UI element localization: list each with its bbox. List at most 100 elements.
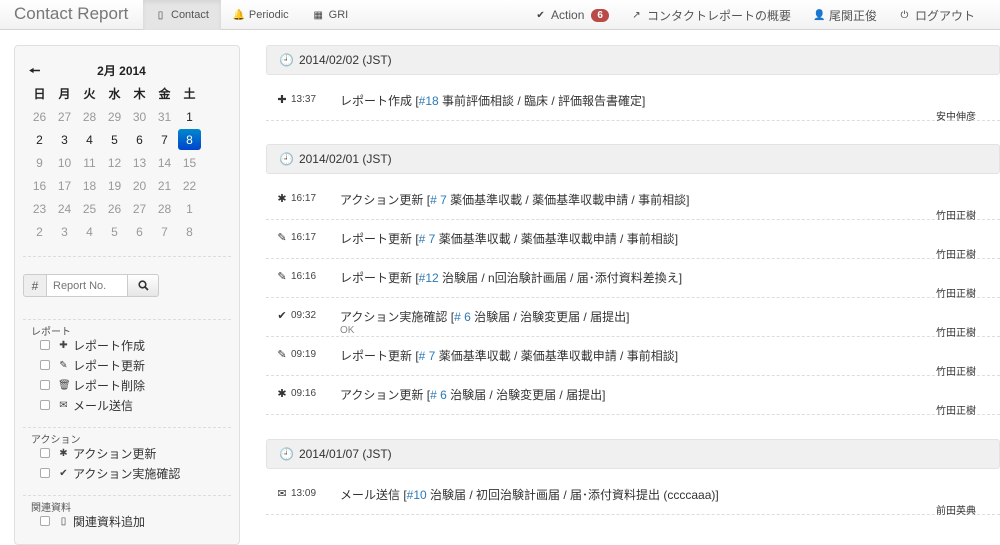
- entry-time: 09:32: [291, 310, 317, 321]
- filter-report-update[interactable]: ✎ レポート更新: [40, 357, 145, 373]
- calendar-day[interactable]: 27: [127, 197, 152, 220]
- calendar-day[interactable]: 4: [77, 220, 102, 243]
- calendar-day[interactable]: 22: [177, 174, 202, 197]
- tab-gri[interactable]: ▦ GRI: [301, 0, 361, 30]
- calendar-day[interactable]: 27: [52, 105, 77, 128]
- calendar-title: 2月 2014: [97, 64, 146, 78]
- calendar-day[interactable]: 19: [102, 174, 127, 197]
- tab-periodic[interactable]: 🔔 Periodic: [221, 0, 301, 30]
- checkbox[interactable]: [40, 516, 50, 526]
- calendar-day[interactable]: 31: [152, 105, 177, 128]
- divider: [23, 495, 231, 496]
- filter-action-update[interactable]: ✱ アクション更新: [40, 445, 156, 461]
- calendar-day[interactable]: 6: [127, 128, 152, 151]
- feed-entry: ✉ 13:09 メール送信 [#10 治験届 / 初回治験計画届 / 届･添付資…: [266, 477, 1000, 517]
- entry-note: OK: [340, 325, 355, 336]
- calendar-day[interactable]: 3: [52, 220, 77, 243]
- entry-action: メール送信 [: [340, 488, 407, 502]
- calendar-day[interactable]: 14: [152, 151, 177, 174]
- action-menu[interactable]: ✔ Action 6: [524, 0, 620, 30]
- calendar-day[interactable]: 28: [77, 105, 102, 128]
- calendar-day[interactable]: 23: [27, 197, 52, 220]
- tab-gri-label: GRI: [328, 9, 349, 21]
- external-link-icon: ↗: [632, 9, 641, 21]
- calendar-day[interactable]: 4: [77, 128, 102, 151]
- report-link[interactable]: # 6: [454, 310, 471, 324]
- trash-icon: 🗑: [58, 379, 71, 391]
- report-link[interactable]: # 7: [419, 349, 436, 363]
- search-icon: [137, 280, 149, 291]
- calendar-day[interactable]: 21: [152, 174, 177, 197]
- calendar-day[interactable]: 10: [52, 151, 77, 174]
- calendar-day[interactable]: 26: [27, 105, 52, 128]
- calendar-day[interactable]: 7: [152, 220, 177, 243]
- report-link[interactable]: #12: [419, 271, 439, 285]
- checkbox[interactable]: [40, 340, 50, 350]
- filter-report-delete[interactable]: 🗑 レポート削除: [40, 377, 145, 393]
- report-no-input[interactable]: [46, 274, 128, 297]
- entry-action: レポート更新 [: [340, 349, 419, 363]
- calendar-day[interactable]: 5: [102, 220, 127, 243]
- calendar-day[interactable]: 26: [102, 197, 127, 220]
- report-link[interactable]: # 6: [430, 388, 447, 402]
- checkbox[interactable]: [40, 360, 50, 370]
- report-link[interactable]: # 7: [419, 232, 436, 246]
- calendar-day[interactable]: 7: [152, 128, 177, 151]
- calendar-day[interactable]: 8: [177, 220, 202, 243]
- filter-label: レポート削除: [73, 378, 146, 393]
- calendar-day[interactable]: 30: [127, 105, 152, 128]
- checkbox[interactable]: [40, 468, 50, 478]
- filter-action-confirm[interactable]: ✔ アクション実施確認: [40, 465, 180, 481]
- checkbox[interactable]: [40, 400, 50, 410]
- brand-title[interactable]: Contact Report: [14, 4, 128, 24]
- entry-author: 竹田正樹: [936, 250, 976, 261]
- calendar-day[interactable]: 15: [177, 151, 202, 174]
- calendar-day[interactable]: 2: [27, 220, 52, 243]
- envelope-icon: ✉: [59, 399, 68, 411]
- logout-button[interactable]: ⏻ ログアウト: [888, 0, 986, 30]
- divider: [23, 427, 231, 428]
- calendar-day-selected[interactable]: 8: [178, 129, 201, 150]
- calendar-day[interactable]: 2: [27, 128, 52, 151]
- feed-entry: ✱ 16:17 アクション更新 [# 7 薬価基準収載 / 薬価基準収載申請 /…: [266, 182, 1000, 222]
- calendar-day[interactable]: 20: [127, 174, 152, 197]
- clock-icon: 🕘: [279, 447, 294, 461]
- filter-related-add[interactable]: ▯ 関連資料追加: [40, 513, 145, 529]
- date-label: 2014/02/01 (JST): [298, 152, 392, 166]
- filter-report-create[interactable]: ✚ レポート作成: [40, 337, 145, 353]
- user-name: 尾関正俊: [828, 8, 877, 23]
- pencil-icon: ✎: [277, 271, 287, 283]
- calendar-day[interactable]: 1: [177, 105, 202, 128]
- calendar-day[interactable]: 16: [27, 174, 52, 197]
- report-link[interactable]: #18: [419, 94, 439, 108]
- calendar-day[interactable]: 18: [77, 174, 102, 197]
- calendar-day[interactable]: 6: [127, 220, 152, 243]
- calendar-day[interactable]: 3: [52, 128, 77, 151]
- calendar-day[interactable]: 11: [77, 151, 102, 174]
- report-link[interactable]: #10: [407, 488, 427, 502]
- calendar-day[interactable]: 13: [127, 151, 152, 174]
- checkbox[interactable]: [40, 448, 50, 458]
- envelope-icon: ✉: [277, 488, 287, 500]
- logout-label: ログアウト: [914, 8, 975, 23]
- search-button[interactable]: [128, 274, 159, 297]
- calendar-day[interactable]: 12: [102, 151, 127, 174]
- calendar-day[interactable]: 25: [77, 197, 102, 220]
- tab-contact[interactable]: ▯ Contact: [143, 0, 221, 30]
- filter-mail-send[interactable]: ✉ メール送信: [40, 397, 133, 413]
- calendar-day[interactable]: 17: [52, 174, 77, 197]
- calendar-day[interactable]: 28: [152, 197, 177, 220]
- date-label: 2014/01/07 (JST): [298, 447, 392, 461]
- checkbox[interactable]: [40, 380, 50, 390]
- weekday-label: 木: [133, 87, 146, 101]
- asterisk-icon: ✱: [277, 193, 287, 205]
- user-menu[interactable]: 👤 尾関正俊: [802, 0, 888, 30]
- calendar-day[interactable]: 1: [177, 197, 202, 220]
- entry-text: メール送信 [#10 治験届 / 初回治験計画届 / 届･添付資料提出 (ccc…: [340, 486, 719, 503]
- calendar-day[interactable]: 24: [52, 197, 77, 220]
- calendar-day[interactable]: 5: [102, 128, 127, 151]
- calendar-day[interactable]: 29: [102, 105, 127, 128]
- report-link[interactable]: # 7: [430, 193, 447, 207]
- calendar-day[interactable]: 9: [27, 151, 52, 174]
- overview-link[interactable]: ↗ コンタクトレポートの概要: [620, 0, 802, 30]
